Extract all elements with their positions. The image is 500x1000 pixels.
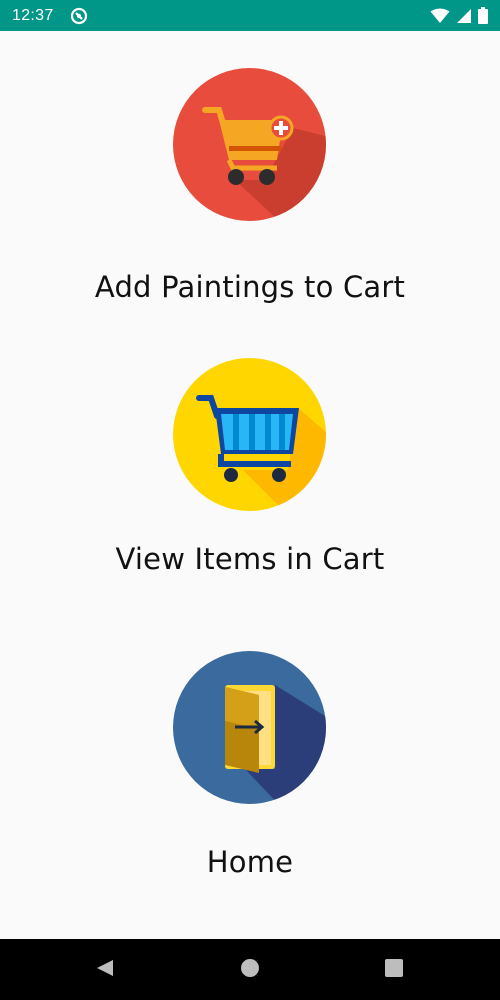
status-left: 12:37 [12,7,88,25]
home-label[interactable]: Home [0,845,500,879]
status-right [430,7,488,24]
exit-door-icon[interactable] [173,651,326,804]
battery-icon [478,7,488,24]
home-menu-item[interactable]: Home [0,651,500,886]
back-triangle-icon[interactable] [95,958,115,982]
add-to-cart-icon[interactable] [173,68,326,221]
view-cart-icon[interactable] [173,358,326,511]
back-button[interactable] [75,939,135,1000]
status-time: 12:37 [12,6,54,24]
home-circle-icon[interactable] [240,958,260,982]
cell-signal-icon [456,8,472,24]
add-paintings-label[interactable]: Add Paintings to Cart [0,270,500,304]
recents-square-icon[interactable] [385,958,403,981]
view-cart-label[interactable]: View Items in Cart [0,542,500,576]
app-screen: 12:37 Add Paintings to Cart View Items i… [0,0,500,1000]
wifi-icon [430,8,450,24]
recents-button[interactable] [364,939,424,1000]
home-button[interactable] [220,939,280,1000]
sync-disabled-icon [70,7,88,25]
navigation-bar [0,939,500,1000]
add-paintings-menu-item[interactable]: Add Paintings to Cart [0,68,500,308]
status-bar: 12:37 [0,0,500,31]
view-cart-menu-item[interactable]: View Items in Cart [0,358,500,583]
